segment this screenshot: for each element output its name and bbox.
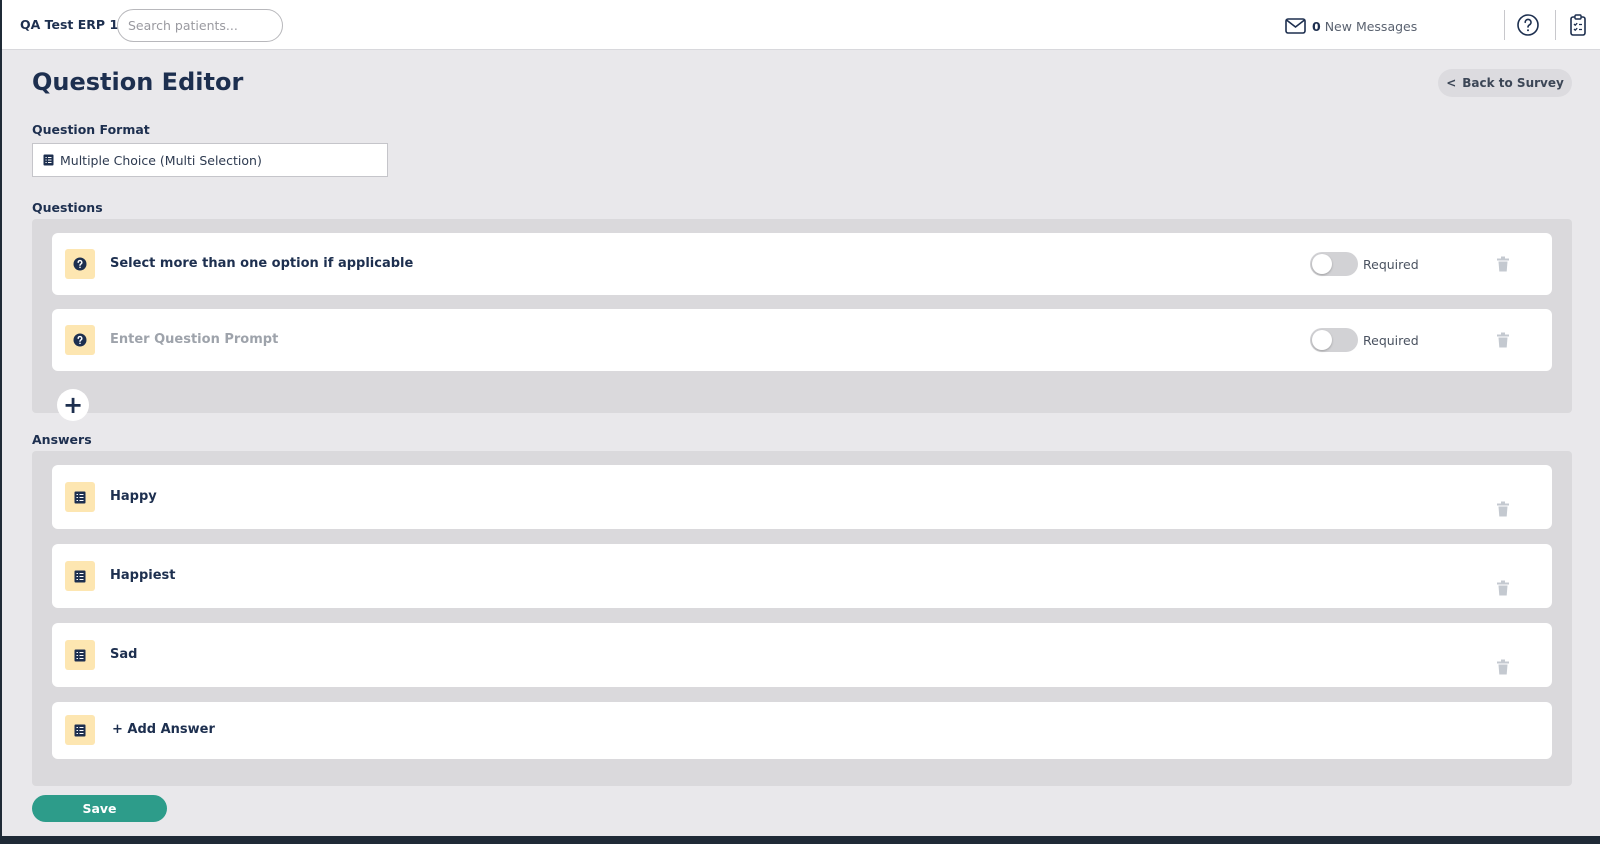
header-divider bbox=[1504, 10, 1505, 40]
answer-text[interactable]: Happiest bbox=[110, 568, 176, 583]
answers-panel: Happy Happiest Sad + Add Answer bbox=[32, 451, 1572, 786]
add-answer-card[interactable]: + Add Answer bbox=[52, 702, 1552, 759]
required-label: Required bbox=[1363, 257, 1419, 272]
envelope-icon bbox=[1285, 18, 1306, 34]
toggle-knob bbox=[1312, 254, 1332, 274]
messages-count: 0 bbox=[1312, 18, 1321, 34]
save-button[interactable]: Save bbox=[32, 795, 167, 822]
answer-card[interactable]: Happiest bbox=[52, 544, 1552, 608]
question-card[interactable]: Enter Question Prompt Required bbox=[52, 309, 1552, 371]
chevron-left-icon: < bbox=[1446, 76, 1457, 90]
trash-icon[interactable] bbox=[1496, 501, 1510, 517]
help-circle-icon[interactable] bbox=[1516, 13, 1540, 37]
messages-label: New Messages bbox=[1324, 18, 1418, 34]
page-title: Question Editor bbox=[32, 68, 244, 96]
messages-link[interactable]: 0 New Messages bbox=[1285, 18, 1417, 34]
question-prompt-input[interactable]: Enter Question Prompt bbox=[110, 332, 278, 347]
list-icon bbox=[74, 649, 86, 661]
question-card[interactable]: Select more than one option if applicabl… bbox=[52, 233, 1552, 295]
answer-badge bbox=[65, 561, 95, 591]
trash-icon[interactable] bbox=[1496, 332, 1510, 348]
org-name: QA Test ERP 1 bbox=[20, 17, 119, 32]
required-toggle[interactable] bbox=[1310, 252, 1358, 276]
questions-label: Questions bbox=[32, 200, 103, 215]
header-divider bbox=[1555, 10, 1556, 40]
answer-text[interactable]: Sad bbox=[110, 647, 137, 662]
list-icon bbox=[43, 154, 54, 166]
answer-badge bbox=[65, 482, 95, 512]
app-frame: QA Test ERP 1 0 New Messages Question Ed… bbox=[2, 0, 1600, 836]
question-format-select[interactable]: Multiple Choice (Multi Selection) bbox=[32, 143, 388, 177]
answer-badge bbox=[65, 640, 95, 670]
answer-card[interactable]: Happy bbox=[52, 465, 1552, 529]
trash-icon[interactable] bbox=[1496, 659, 1510, 675]
question-icon bbox=[73, 257, 87, 271]
question-badge bbox=[65, 325, 95, 355]
back-to-survey-label: Back to Survey bbox=[1462, 76, 1564, 90]
question-icon bbox=[73, 333, 87, 347]
question-text[interactable]: Select more than one option if applicabl… bbox=[110, 256, 413, 271]
trash-icon[interactable] bbox=[1496, 580, 1510, 596]
add-answer-button[interactable]: + Add Answer bbox=[112, 722, 215, 737]
answer-badge bbox=[65, 715, 95, 745]
clipboard-icon[interactable] bbox=[1566, 13, 1590, 37]
trash-icon[interactable] bbox=[1496, 256, 1510, 272]
required-label: Required bbox=[1363, 333, 1419, 348]
answer-card[interactable]: Sad bbox=[52, 623, 1552, 687]
question-format-label: Question Format bbox=[32, 122, 150, 137]
questions-panel: Select more than one option if applicabl… bbox=[32, 219, 1572, 421]
list-icon bbox=[74, 491, 86, 503]
question-format-value: Multiple Choice (Multi Selection) bbox=[60, 152, 262, 168]
answer-text[interactable]: Happy bbox=[110, 489, 157, 504]
list-icon bbox=[74, 570, 86, 582]
add-question-button[interactable]: + bbox=[57, 389, 89, 421]
top-bar: QA Test ERP 1 0 New Messages bbox=[2, 0, 1600, 50]
back-to-survey-button[interactable]: < Back to Survey bbox=[1438, 69, 1572, 97]
search-input[interactable] bbox=[117, 9, 283, 42]
list-icon bbox=[74, 724, 86, 736]
question-badge bbox=[65, 249, 95, 279]
toggle-knob bbox=[1312, 330, 1332, 350]
required-toggle[interactable] bbox=[1310, 328, 1358, 352]
answers-label: Answers bbox=[32, 432, 92, 447]
